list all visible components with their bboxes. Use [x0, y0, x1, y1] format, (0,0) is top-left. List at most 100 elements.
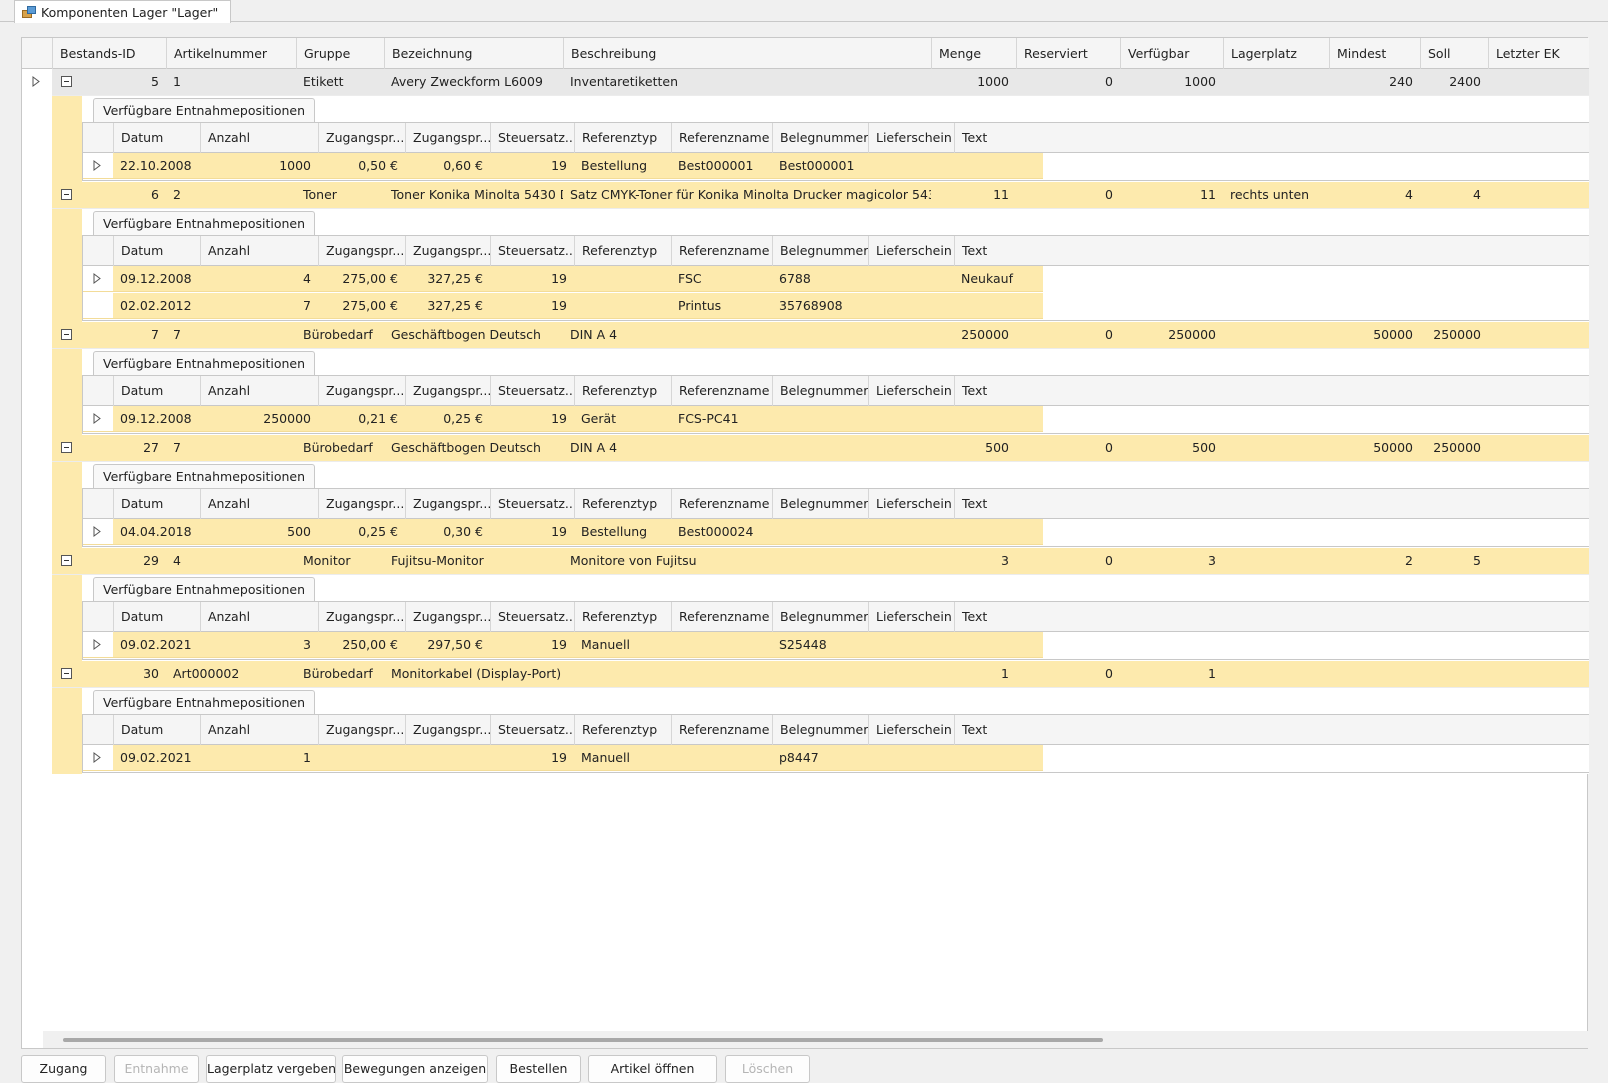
col-lagerplatz-header[interactable]: Lagerplatz	[1223, 38, 1329, 69]
detail-col-referenzname-header[interactable]: Referenzname	[671, 489, 772, 519]
detail-col-steuersatz-header[interactable]: Steuersatz...	[490, 489, 574, 519]
detail-col-referenztyp-header[interactable]: Referenztyp	[574, 715, 671, 745]
detail-col-lieferschein-header[interactable]: Lieferschein	[868, 715, 954, 745]
detail-col-steuersatz-header[interactable]: Steuersatz...	[490, 715, 574, 745]
detail-col-zugangspreis-netto-header[interactable]: Zugangspr...	[318, 602, 405, 632]
detail-col-belegnummer-header[interactable]: Belegnummer	[772, 236, 868, 266]
detail-col-anzahl-header[interactable]: Anzahl	[200, 715, 318, 745]
detail-col-zugangspreis-netto-header[interactable]: Zugangspr...	[318, 236, 405, 266]
detail-col-zugangspreis-netto-header[interactable]: Zugangspr...	[318, 376, 405, 406]
stock-row[interactable]: 7 7 Bürobedarf Geschäftbogen Deutsch DIN A 4…	[52, 322, 1589, 349]
col-bezeichnung-header[interactable]: Bezeichnung	[384, 38, 563, 69]
detail-col-referenzname-header[interactable]: Referenzname	[671, 236, 772, 266]
detail-col-datum-header[interactable]: Datum	[113, 236, 200, 266]
col-soll-header[interactable]: Soll	[1420, 38, 1488, 69]
detail-col-belegnummer-header[interactable]: Belegnummer	[772, 123, 868, 153]
entnahme-button[interactable]: Entnahme	[114, 1055, 199, 1083]
detail-col-steuersatz-header[interactable]: Steuersatz...	[490, 376, 574, 406]
col-menge-header[interactable]: Menge	[931, 38, 1016, 69]
detail-col-zugangspreis-brutto-header[interactable]: Zugangspr...	[405, 489, 490, 519]
detail-grid[interactable]: Datum Anzahl Zugangspr... Zugangspr... Steue…	[82, 376, 1589, 434]
detail-tab-entnahmepositionen[interactable]: Verfügbare Entnahmepositionen	[93, 577, 316, 601]
detail-col-lieferschein-header[interactable]: Lieferschein	[868, 123, 954, 153]
detail-grid[interactable]: Datum Anzahl Zugangspr... Zugangspr... Steue…	[82, 123, 1589, 181]
tab-komponenten-lager[interactable]: Komponenten Lager "Lager"	[14, 0, 232, 23]
col-reserviert-header[interactable]: Reserviert	[1016, 38, 1120, 69]
detail-col-text-header[interactable]: Text	[954, 376, 1043, 406]
col-beschreibung-header[interactable]: Beschreibung	[563, 38, 931, 69]
detail-col-zugangspreis-brutto-header[interactable]: Zugangspr...	[405, 602, 490, 632]
detail-col-steuersatz-header[interactable]: Steuersatz...	[490, 236, 574, 266]
detail-row[interactable]: 09.02.2021 3 250,00 € 297,50 € 19 Manuell S254…	[83, 632, 1043, 658]
detail-tab-entnahmepositionen[interactable]: Verfügbare Entnahmepositionen	[93, 464, 316, 488]
detail-col-text-header[interactable]: Text	[954, 123, 1043, 153]
detail-row[interactable]: 09.12.2008 4 275,00 € 327,25 € 19 FSC 6788 Neuk…	[83, 266, 1043, 292]
stock-row[interactable]: 6 2 Toner Toner Konika Minolta 5430 DL Satz …	[52, 182, 1589, 209]
collapse-icon[interactable]	[61, 555, 72, 566]
detail-row[interactable]: 22.10.2008 1000 0,50 € 0,60 € 19 Bestellung Be…	[83, 153, 1043, 179]
detail-tab-entnahmepositionen[interactable]: Verfügbare Entnahmepositionen	[93, 98, 316, 122]
bewegungen-anzeigen-button[interactable]: Bewegungen anzeigen	[342, 1055, 488, 1083]
detail-grid[interactable]: Datum Anzahl Zugangspr... Zugangspr... Steue…	[82, 602, 1589, 660]
detail-col-zugangspreis-brutto-header[interactable]: Zugangspr...	[405, 376, 490, 406]
detail-col-lieferschein-header[interactable]: Lieferschein	[868, 236, 954, 266]
detail-tab-entnahmepositionen[interactable]: Verfügbare Entnahmepositionen	[93, 690, 316, 714]
detail-col-anzahl-header[interactable]: Anzahl	[200, 123, 318, 153]
detail-col-zugangspreis-brutto-header[interactable]: Zugangspr...	[405, 123, 490, 153]
loeschen-button[interactable]: Löschen	[725, 1055, 810, 1083]
collapse-icon[interactable]	[61, 76, 72, 87]
detail-col-belegnummer-header[interactable]: Belegnummer	[772, 489, 868, 519]
detail-col-lieferschein-header[interactable]: Lieferschein	[868, 489, 954, 519]
col-verfuegbar-header[interactable]: Verfügbar	[1120, 38, 1223, 69]
col-gruppe-header[interactable]: Gruppe	[296, 38, 384, 69]
stock-row[interactable]: 30 Art000002 Bürobedarf Monitorkabel (Displ…	[52, 661, 1589, 688]
col-artikelnummer-header[interactable]: Artikelnummer	[166, 38, 296, 69]
artikel-oeffnen-button[interactable]: Artikel öffnen	[588, 1055, 717, 1083]
detail-col-lieferschein-header[interactable]: Lieferschein	[868, 602, 954, 632]
detail-col-zugangspreis-netto-header[interactable]: Zugangspr...	[318, 123, 405, 153]
detail-col-anzahl-header[interactable]: Anzahl	[200, 602, 318, 632]
detail-col-belegnummer-header[interactable]: Belegnummer	[772, 376, 868, 406]
zugang-button[interactable]: Zugang	[21, 1055, 106, 1083]
col-letzter-ek-header[interactable]: Letzter EK	[1488, 38, 1589, 69]
detail-col-referenzname-header[interactable]: Referenzname	[671, 376, 772, 406]
collapse-icon[interactable]	[61, 189, 72, 200]
bestellen-button[interactable]: Bestellen	[496, 1055, 581, 1083]
detail-col-zugangspreis-brutto-header[interactable]: Zugangspr...	[405, 236, 490, 266]
detail-col-text-header[interactable]: Text	[954, 236, 1043, 266]
detail-col-datum-header[interactable]: Datum	[113, 602, 200, 632]
col-bestands-id-header[interactable]: Bestands-ID	[52, 38, 166, 69]
lagerplatz-vergeben-button[interactable]: Lagerplatz vergeben	[206, 1055, 336, 1083]
collapse-icon[interactable]	[61, 329, 72, 340]
stock-row[interactable]: 29 4 Monitor Fujitsu-Monitor Monitore von Fu…	[52, 548, 1589, 575]
detail-col-anzahl-header[interactable]: Anzahl	[200, 236, 318, 266]
detail-col-datum-header[interactable]: Datum	[113, 123, 200, 153]
detail-col-referenzname-header[interactable]: Referenzname	[671, 715, 772, 745]
detail-col-referenztyp-header[interactable]: Referenztyp	[574, 376, 671, 406]
detail-grid[interactable]: Datum Anzahl Zugangspr... Zugangspr... Steue…	[82, 236, 1589, 321]
collapse-icon[interactable]	[61, 442, 72, 453]
detail-col-anzahl-header[interactable]: Anzahl	[200, 376, 318, 406]
detail-grid[interactable]: Datum Anzahl Zugangspr... Zugangspr... Steue…	[82, 715, 1589, 773]
detail-col-referenztyp-header[interactable]: Referenztyp	[574, 123, 671, 153]
detail-col-text-header[interactable]: Text	[954, 715, 1043, 745]
detail-col-zugangspreis-netto-header[interactable]: Zugangspr...	[318, 489, 405, 519]
stock-row[interactable]: 27 7 Bürobedarf Geschäftbogen Deutsch DIN A …	[52, 435, 1589, 462]
detail-col-belegnummer-header[interactable]: Belegnummer	[772, 602, 868, 632]
detail-col-zugangspreis-netto-header[interactable]: Zugangspr...	[318, 715, 405, 745]
detail-col-referenztyp-header[interactable]: Referenztyp	[574, 602, 671, 632]
stock-row[interactable]: 5 1 Etikett Avery Zweckform L6009 Inventaret…	[52, 69, 1589, 96]
detail-col-datum-header[interactable]: Datum	[113, 376, 200, 406]
detail-col-referenzname-header[interactable]: Referenzname	[671, 602, 772, 632]
detail-col-referenzname-header[interactable]: Referenzname	[671, 123, 772, 153]
detail-col-datum-header[interactable]: Datum	[113, 715, 200, 745]
detail-row[interactable]: 09.12.2008 250000 0,21 € 0,25 € 19 Gerät FCS-P…	[83, 406, 1043, 432]
horizontal-scrollbar[interactable]	[43, 1031, 1588, 1048]
detail-col-lieferschein-header[interactable]: Lieferschein	[868, 376, 954, 406]
detail-col-referenztyp-header[interactable]: Referenztyp	[574, 489, 671, 519]
scrollbar-thumb[interactable]	[63, 1038, 1103, 1042]
detail-col-anzahl-header[interactable]: Anzahl	[200, 489, 318, 519]
detail-col-text-header[interactable]: Text	[954, 602, 1043, 632]
stock-grid[interactable]: Bestands-ID Artikelnummer Gruppe Bezeichnun…	[22, 38, 1589, 1050]
detail-col-text-header[interactable]: Text	[954, 489, 1043, 519]
